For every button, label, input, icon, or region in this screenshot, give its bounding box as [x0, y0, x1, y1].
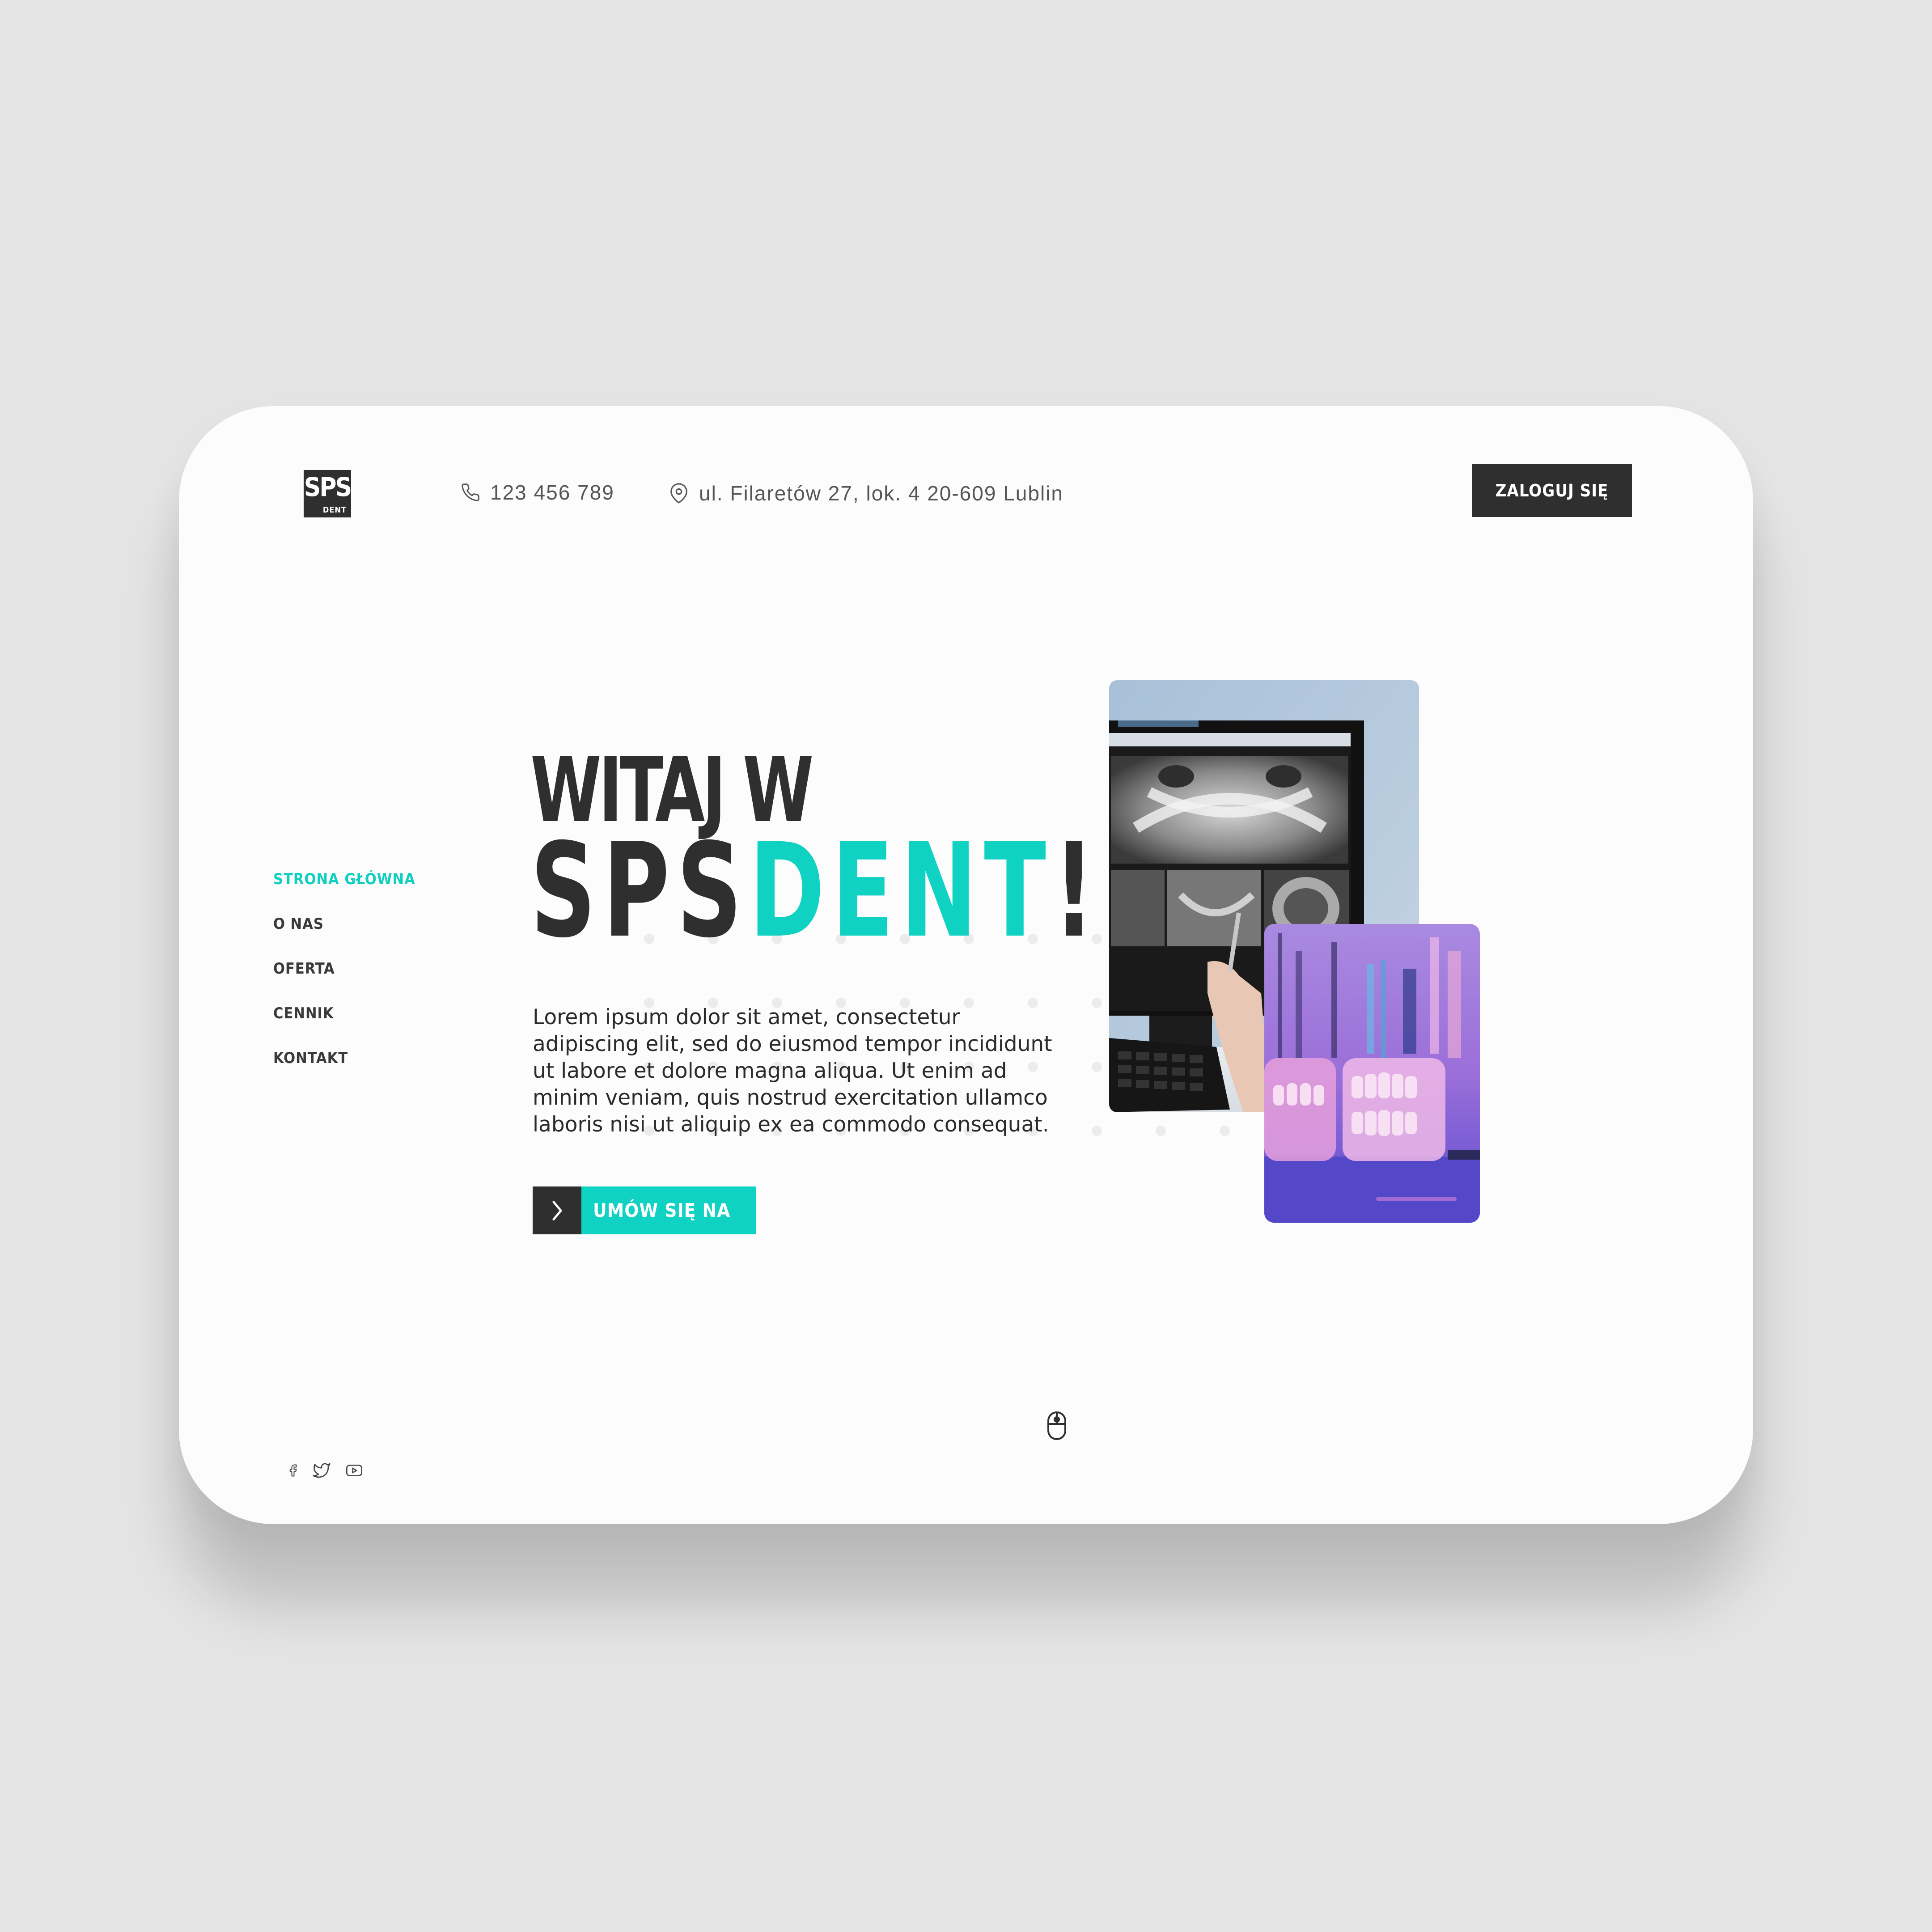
hero-title-brand-accent: DENT [749, 816, 1053, 966]
logo[interactable]: SPS DENT [304, 470, 352, 517]
cta-label: UMÓW SIĘ NA [581, 1186, 757, 1234]
hero-description: Lorem ipsum dolor sit amet, consectetur … [533, 1005, 1052, 1137]
facebook-icon[interactable] [286, 1461, 300, 1480]
hero-title-exclamation: ! [1053, 816, 1102, 966]
hero-title-brand-dark: SPS [530, 816, 750, 966]
map-pin-icon [670, 483, 687, 504]
phone-icon [462, 483, 479, 501]
logo-main-text: SPS [304, 472, 352, 502]
twitter-icon[interactable] [311, 1462, 332, 1479]
nav-item-offer[interactable]: OFERTA [273, 946, 415, 991]
side-nav: STRONA GŁÓWNA O NAS OFERTA CENNIK KONTAK… [273, 857, 415, 1080]
address-text: ul. Filaretów 27, lok. 4 20-609 Lublin [699, 482, 1063, 505]
header-phone[interactable]: 123 456 789 [461, 472, 614, 513]
header-address[interactable]: ul. Filaretów 27, lok. 4 20-609 Lublin [669, 473, 1063, 513]
phone-number: 123 456 789 [490, 481, 614, 504]
cta-arrow [533, 1186, 581, 1234]
nav-item-about[interactable]: O NAS [273, 902, 415, 946]
social-links [286, 1461, 365, 1480]
logo-sub-text: DENT [322, 505, 347, 515]
nav-item-contact[interactable]: KONTAKT [273, 1036, 415, 1080]
book-appointment-button[interactable]: UMÓW SIĘ NA [533, 1186, 757, 1234]
nav-item-pricing[interactable]: CENNIK [273, 991, 415, 1036]
landing-card: SPS DENT 123 456 789 ul. Filaretów 27, l… [179, 406, 1753, 1524]
nav-item-home[interactable]: STRONA GŁÓWNA [273, 857, 415, 902]
login-button[interactable]: ZALOGUJ SIĘ [1472, 464, 1632, 517]
scroll-mouse-icon[interactable] [1046, 1411, 1068, 1442]
hero-title-line2: SPSDENT! [530, 826, 1102, 956]
dental-models-photo [1264, 924, 1480, 1223]
youtube-icon[interactable] [343, 1462, 365, 1479]
chevron-right-icon [552, 1200, 562, 1220]
